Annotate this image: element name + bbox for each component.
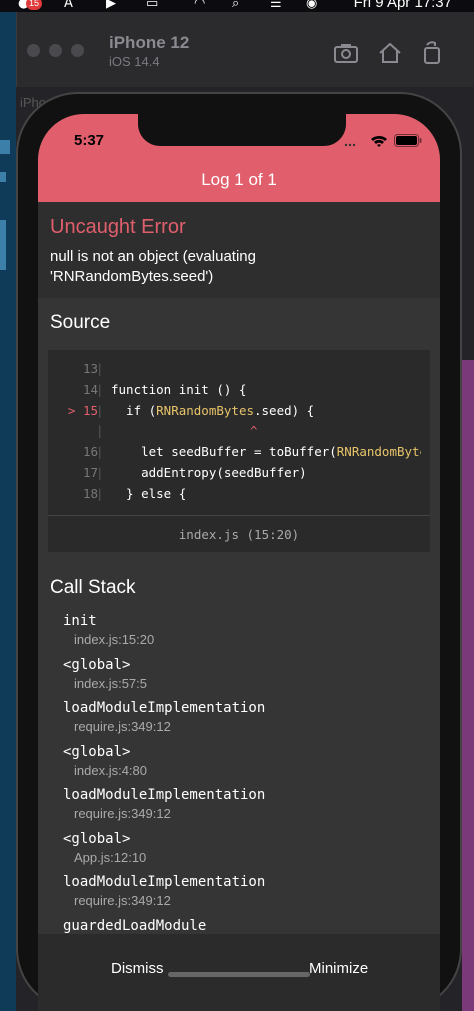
simulator-os-version: iOS 14.4 bbox=[109, 54, 160, 69]
frame-location: require.js:349:12 bbox=[74, 893, 171, 908]
error-message: null is not an object (evaluating 'RNRan… bbox=[50, 248, 256, 285]
frame-location: App.js:12:10 bbox=[74, 850, 147, 865]
error-line-marker: > 15 bbox=[67, 403, 98, 418]
keyboard-input-icon[interactable]: A bbox=[64, 0, 73, 11]
stack-frame[interactable]: init index.js:15:20 bbox=[63, 613, 154, 647]
error-summary: Uncaught Error null is not an object (ev… bbox=[38, 202, 440, 298]
close-window-button[interactable] bbox=[27, 44, 40, 57]
rotate-device-icon[interactable] bbox=[419, 40, 445, 66]
editor-marker bbox=[0, 140, 10, 154]
code-text: if (RNRandomBytes.seed) { bbox=[111, 403, 315, 418]
code-gutter-divider: | bbox=[96, 361, 104, 376]
source-file-reference[interactable]: index.js (15:20) bbox=[48, 515, 430, 552]
frame-function: init bbox=[63, 613, 97, 629]
wifi-icon[interactable]: ◠ bbox=[194, 0, 205, 11]
code-gutter-divider: | bbox=[96, 465, 104, 480]
minimize-button[interactable]: Minimize bbox=[309, 960, 368, 977]
simulator-device-name: iPhone 12 bbox=[109, 33, 190, 52]
frame-function: loadModuleImplementation bbox=[63, 787, 266, 803]
source-section-title: Source bbox=[50, 312, 111, 333]
battery-icon[interactable]: ▭ bbox=[146, 0, 158, 11]
play-icon[interactable]: ▶ bbox=[106, 0, 116, 11]
battery-icon bbox=[394, 134, 422, 147]
code-gutter-divider: | bbox=[96, 486, 104, 501]
stack-frame[interactable]: guardedLoadModule bbox=[63, 918, 206, 934]
line-number: 13 bbox=[82, 361, 98, 376]
home-icon[interactable] bbox=[377, 40, 403, 66]
line-number: 17 bbox=[82, 465, 98, 480]
siri-icon[interactable]: ◉ bbox=[306, 0, 317, 11]
editor-marker bbox=[0, 220, 6, 270]
line-number: 16 bbox=[82, 444, 98, 459]
code-text: function init () { bbox=[111, 382, 247, 397]
stack-frame[interactable]: loadModuleImplementation require.js:349:1… bbox=[63, 874, 265, 908]
frame-function: loadModuleImplementation bbox=[63, 700, 266, 716]
code-gutter-divider: | bbox=[96, 423, 104, 438]
code-gutter-divider: | bbox=[96, 403, 104, 418]
frame-function: <global> bbox=[63, 831, 131, 847]
stack-frame[interactable]: loadModuleImplementation require.js:349:1… bbox=[63, 787, 265, 821]
line-number: 14 bbox=[82, 382, 98, 397]
stack-frame[interactable]: <global> App.js:12:10 bbox=[63, 831, 146, 865]
stack-frame[interactable]: <global> index.js:57:5 bbox=[63, 657, 147, 691]
notification-badge: 15 bbox=[26, 0, 43, 10]
frame-location: require.js:349:12 bbox=[74, 806, 171, 821]
line-number: 18 bbox=[82, 486, 98, 501]
code-text: addEntropy(seedBuffer) bbox=[111, 465, 307, 480]
screenshot-camera-icon[interactable] bbox=[333, 40, 359, 66]
error-header: 5:37 Log 1 of 1 bbox=[38, 114, 440, 202]
wifi-icon bbox=[371, 135, 387, 147]
code-gutter-divider: | bbox=[96, 444, 104, 459]
home-indicator[interactable] bbox=[168, 972, 310, 977]
code-text: } else { bbox=[111, 486, 187, 501]
frame-function: <global> bbox=[63, 657, 131, 673]
frame-location: index.js:4:80 bbox=[74, 763, 147, 778]
simulator-titlebar: iPhone 12 iOS 14.4 bbox=[16, 12, 474, 87]
mac-menu-bar: ● 15 A ▶ ▭ ◠ ⌕ ☰ ◉ Fri 9 Apr 17:37 bbox=[0, 0, 474, 12]
frame-function: loadModuleImplementation bbox=[63, 874, 266, 890]
stack-frame[interactable]: loadModuleImplementation require.js:349:1… bbox=[63, 700, 265, 734]
call-stack-title: Call Stack bbox=[50, 577, 136, 598]
status-bar-time: 5:37 bbox=[74, 132, 105, 149]
frame-location: require.js:349:12 bbox=[74, 719, 171, 734]
frame-function: guardedLoadModule bbox=[63, 918, 207, 934]
cellular-signal-icon bbox=[344, 143, 356, 147]
frame-function: <global> bbox=[63, 744, 131, 760]
source-code-block[interactable]: 13 | 14 | function init () { > 15 | if (RNRa… bbox=[48, 350, 430, 552]
spotlight-search-icon[interactable]: ⌕ bbox=[232, 0, 239, 11]
control-center-icon[interactable]: ☰ bbox=[270, 0, 282, 11]
code-gutter-divider: | bbox=[96, 382, 104, 397]
dismiss-button[interactable]: Dismiss bbox=[111, 960, 164, 977]
minimize-window-button[interactable] bbox=[49, 44, 62, 57]
menu-bar-clock[interactable]: Fri 9 Apr 17:37 bbox=[354, 0, 452, 11]
editor-background bbox=[0, 12, 16, 1011]
iphone-screen: 5:37 Log 1 of 1 Uncaught Error null is n… bbox=[38, 114, 440, 1011]
desktop-wallpaper bbox=[462, 360, 474, 1011]
frame-location: index.js:57:5 bbox=[74, 676, 147, 691]
error-caret: ^ bbox=[250, 423, 258, 438]
device-notch bbox=[138, 114, 346, 146]
error-title: Uncaught Error bbox=[50, 216, 186, 238]
editor-marker bbox=[0, 172, 6, 182]
frame-location: index.js:15:20 bbox=[74, 632, 155, 647]
log-counter-title: Log 1 of 1 bbox=[201, 170, 277, 189]
zoom-window-button[interactable] bbox=[71, 44, 84, 57]
code-text: let seedBuffer = toBuffer(RNRandomBytes bbox=[111, 444, 421, 459]
stack-frame[interactable]: <global> index.js:4:80 bbox=[63, 744, 147, 778]
